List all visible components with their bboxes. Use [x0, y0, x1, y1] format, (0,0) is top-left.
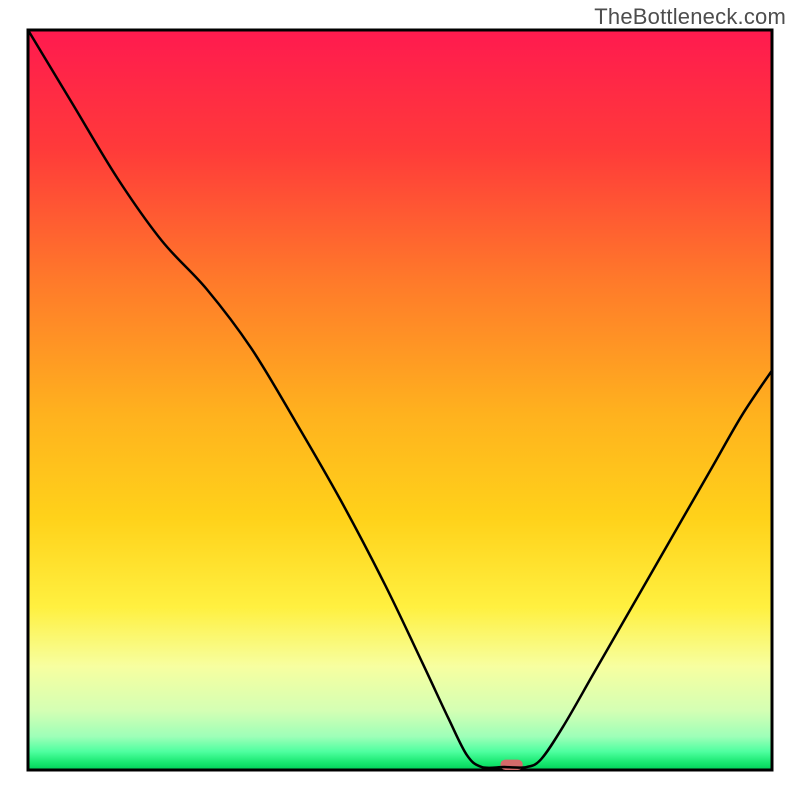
chart-container: TheBottleneck.com — [0, 0, 800, 800]
watermark-text: TheBottleneck.com — [594, 4, 786, 30]
bottleneck-chart — [0, 0, 800, 800]
plot-background — [28, 30, 772, 770]
